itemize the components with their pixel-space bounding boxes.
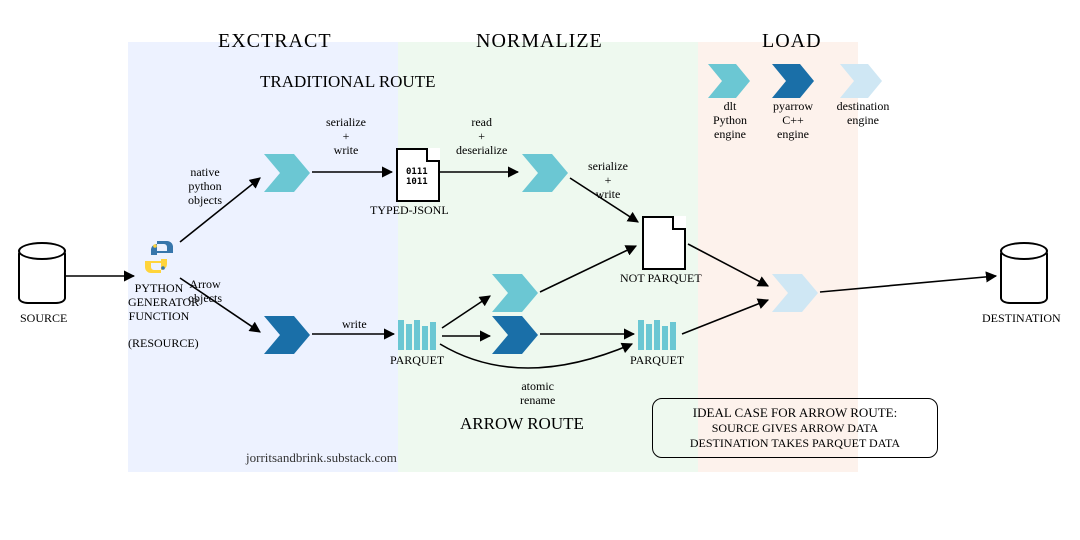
connector-arrows <box>0 0 1080 540</box>
